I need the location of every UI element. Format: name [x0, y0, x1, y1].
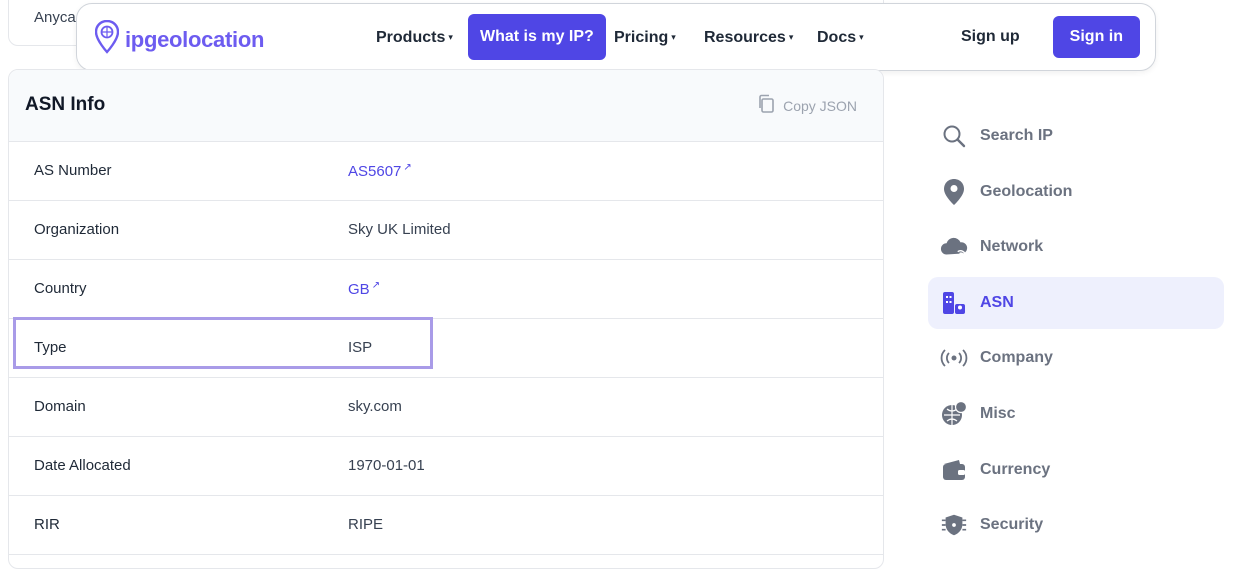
- sidebar-item-currency[interactable]: Currency: [928, 444, 1224, 496]
- row-label: RIR: [34, 516, 60, 533]
- table-row: Country GB ↗: [9, 260, 883, 319]
- sidebar-item-label: Network: [980, 238, 1044, 256]
- nav-pricing[interactable]: Pricing ▾: [614, 14, 676, 60]
- row-label: Organization: [34, 221, 120, 238]
- nav-docs-label: Docs: [817, 29, 857, 46]
- external-link-icon: ↗: [403, 162, 412, 173]
- nav-what-is-my-ip[interactable]: What is my IP?: [468, 14, 606, 60]
- previous-card-label: Anyca: [34, 9, 76, 26]
- sidebar-item-search-ip[interactable]: Search IP: [928, 110, 1224, 162]
- nav-what-is-my-ip-label: What is my IP?: [480, 28, 594, 45]
- signin-button[interactable]: Sign in: [1052, 16, 1140, 58]
- external-link-icon: ↗: [371, 280, 381, 291]
- table-row: AS Number AS5607 ↗: [9, 142, 883, 201]
- as-number-value: AS5607: [348, 163, 402, 180]
- row-value: RIPE: [348, 516, 384, 533]
- caret-down-icon: ▾: [859, 32, 864, 42]
- logo-text: ipgeolocation: [125, 26, 265, 52]
- globe-misc-icon: [940, 400, 968, 428]
- wallet-icon: [940, 456, 968, 484]
- table-row: Domain sky.com: [9, 378, 883, 437]
- row-label: Domain: [34, 398, 86, 415]
- copy-json-button[interactable]: Copy JSON: [757, 94, 857, 117]
- nav-docs[interactable]: Docs ▾: [817, 14, 864, 60]
- cloud-network-icon: [940, 233, 968, 261]
- table-row: RIR RIPE: [9, 496, 883, 555]
- sidebar-item-company[interactable]: Company: [928, 332, 1224, 384]
- sidebar-item-label: Search IP: [980, 127, 1053, 144]
- table-row: Date Allocated 1970-01-01: [9, 437, 883, 496]
- broadcast-icon: [940, 344, 968, 372]
- country-link[interactable]: GB ↗: [348, 280, 380, 298]
- logo-pin-icon: [94, 19, 120, 59]
- location-pin-icon: [940, 178, 968, 206]
- sidebar-item-misc[interactable]: Misc: [928, 388, 1224, 440]
- row-label: Type: [34, 339, 67, 356]
- sidebar-item-label: ASN: [980, 293, 1014, 311]
- nav-pricing-label: Pricing: [614, 29, 669, 46]
- row-value: sky.com: [348, 398, 402, 415]
- sidebar-item-label: Company: [980, 349, 1053, 367]
- nav-products[interactable]: Products ▾: [376, 14, 453, 60]
- table-row: Type ISP: [9, 319, 883, 378]
- row-value: Sky UK Limited: [348, 221, 451, 238]
- sidebar-item-asn[interactable]: ASN: [928, 276, 1224, 329]
- nav-products-label: Products: [376, 29, 446, 46]
- sidebar: Search IP Geolocation Network ASN Compan…: [928, 110, 1224, 555]
- caret-down-icon: ▾: [448, 32, 453, 42]
- copy-json-label: Copy JSON: [783, 97, 857, 114]
- card-title: ASN Info: [25, 94, 106, 115]
- sidebar-item-geolocation[interactable]: Geolocation: [928, 166, 1224, 218]
- logo[interactable]: ipgeolocation: [94, 19, 265, 59]
- sidebar-item-network[interactable]: Network: [928, 221, 1224, 273]
- sidebar-item-label: Currency: [980, 460, 1051, 478]
- shield-virus-icon: [940, 511, 968, 539]
- table-row: Organization Sky UK Limited: [9, 201, 883, 260]
- row-value: 1970-01-01: [348, 457, 425, 474]
- search-icon: [940, 122, 968, 150]
- nav-resources[interactable]: Resources ▾: [704, 14, 793, 60]
- sidebar-item-label: Security: [980, 516, 1044, 534]
- sidebar-item-label: Misc: [980, 404, 1016, 422]
- sidebar-item-label: Geolocation: [980, 182, 1073, 200]
- row-label: Date Allocated: [34, 457, 131, 474]
- card-header: ASN Info Copy JSON: [9, 70, 883, 142]
- as-number-link[interactable]: AS5607 ↗: [348, 162, 412, 180]
- row-label: Country: [34, 280, 87, 297]
- country-value: GB: [348, 281, 370, 298]
- caret-down-icon: ▾: [671, 32, 676, 42]
- caret-down-icon: ▾: [788, 32, 794, 42]
- asn-info-card: ASN Info Copy JSON AS Number AS5607 ↗ Org…: [8, 69, 884, 569]
- row-label: AS Number: [34, 162, 112, 179]
- top-navbar: ipgeolocation Products ▾ What is my IP? P…: [76, 3, 1156, 71]
- copy-icon: [757, 94, 775, 117]
- nav-resources-label: Resources: [704, 29, 786, 46]
- row-value: ISP: [348, 339, 373, 356]
- sidebar-item-security[interactable]: Security: [928, 499, 1224, 551]
- asn-building-icon: [940, 289, 968, 317]
- signup-link[interactable]: Sign up: [961, 14, 1020, 60]
